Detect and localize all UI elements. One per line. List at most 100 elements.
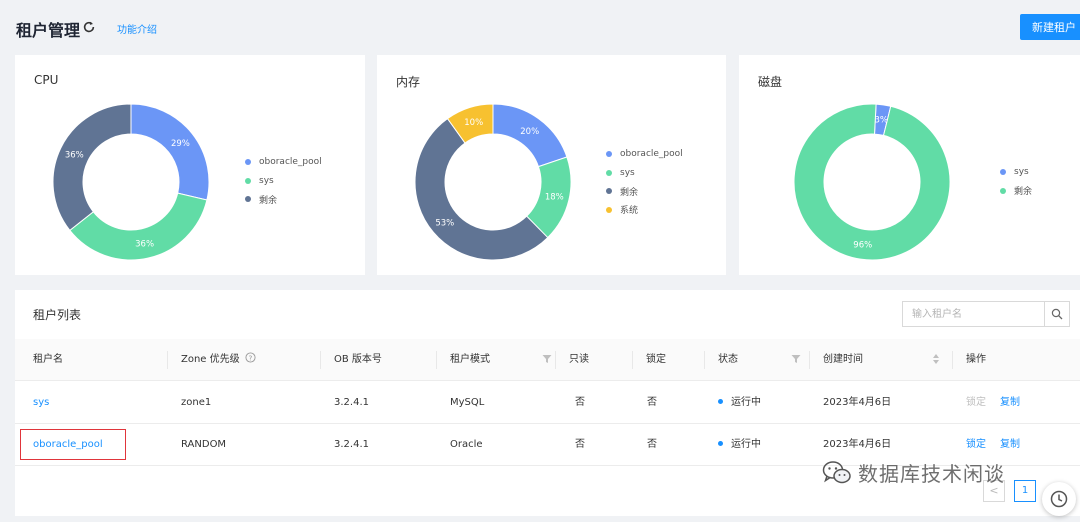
tenant-list-title: 租户列表 [33, 308, 82, 322]
sort-icon[interactable] [932, 353, 940, 365]
created-cell: 2023年4月6日 [823, 397, 892, 408]
page-header: 租户管理 功能介绍 新建租户 [0, 0, 1080, 55]
legend-label: 剩余 [259, 195, 278, 206]
card-title: 内存 [396, 75, 421, 89]
legend-label: 系统 [620, 206, 639, 217]
help-icon[interactable]: ? [245, 352, 256, 363]
new-tenant-button[interactable]: 新建租户 [1020, 14, 1080, 40]
mode-cell: MySQL [450, 397, 485, 408]
pagination-page-button[interactable]: 1 [1014, 480, 1036, 502]
version-cell: 3.2.4.1 [334, 439, 369, 450]
legend-item[interactable]: 系统 [606, 201, 683, 220]
status-text: 运行中 [731, 397, 761, 408]
legend-label: sys [620, 167, 635, 178]
legend-item[interactable]: oboracle_pool [245, 153, 322, 172]
cpu-card: CPU 29% 36% 36% oboracle_pool sys 剩余 [15, 55, 365, 275]
legend-item[interactable]: sys [245, 172, 322, 191]
filter-icon[interactable] [791, 354, 801, 364]
svg-text:?: ? [248, 353, 252, 362]
legend-label: oboracle_pool [259, 157, 322, 168]
legend-label: 剩余 [620, 187, 639, 198]
card-title: CPU [34, 73, 59, 87]
legend-item[interactable]: 剩余 [245, 190, 322, 209]
search-button[interactable] [1044, 302, 1069, 326]
column-divider [167, 351, 168, 369]
locked-cell: 否 [647, 397, 657, 408]
readonly-cell: 否 [575, 439, 585, 450]
status-cell: 运行中 [718, 424, 761, 466]
donut-slice[interactable] [69, 192, 208, 260]
tenant-name-link[interactable]: oboracle_pool [33, 424, 103, 466]
zone-cell: RANDOM [181, 439, 227, 450]
lock-action-disabled: 锁定 [966, 397, 986, 408]
column-divider [952, 351, 953, 369]
tenant-search-input[interactable] [903, 302, 1044, 326]
disk-donut-chart: 3%96% [794, 104, 950, 260]
clock-icon [1050, 490, 1068, 508]
status-text: 运行中 [731, 439, 761, 450]
status-cell: 运行中 [718, 382, 761, 424]
history-button[interactable] [1042, 482, 1076, 516]
wechat-icon [822, 460, 851, 483]
mode-cell: Oracle [450, 439, 483, 450]
legend-dot [606, 169, 612, 176]
slice-label: 53% [435, 219, 454, 229]
disk-card: 磁盘 3% 96% sys 剩余 [739, 55, 1080, 275]
table-row: sys zone1 3.2.4.1 MySQL 否 否 运行中 2023年4月6… [15, 382, 1080, 424]
column-divider [632, 351, 633, 369]
column-header-status: 状态 [718, 354, 738, 365]
feature-intro-link[interactable]: 功能介绍 [117, 21, 157, 36]
column-divider [704, 351, 705, 369]
watermark-text: 数据库技术闲谈 [858, 462, 1005, 486]
tenant-name-link[interactable]: sys [33, 382, 49, 424]
legend-item[interactable]: 剩余 [1000, 182, 1032, 201]
column-header-actions: 操作 [966, 354, 986, 365]
legend-item[interactable]: 剩余 [606, 182, 683, 201]
status-dot [718, 398, 723, 404]
zone-cell: zone1 [181, 397, 212, 408]
legend-item[interactable]: sys [606, 164, 683, 183]
readonly-cell: 否 [575, 397, 585, 408]
memory-card: 内存 20% 18% 53% 10% oboracle_pool sys 剩余 系统 [377, 55, 726, 275]
column-divider [320, 351, 321, 369]
legend-item[interactable]: sys [1000, 163, 1032, 182]
slice-label: 10% [464, 118, 483, 128]
column-divider [809, 351, 810, 369]
column-header-name: 租户名 [33, 354, 63, 365]
legend-label: 剩余 [1014, 187, 1033, 198]
watermark: 数据库技术闲谈 [822, 458, 1005, 487]
donut-slice[interactable] [53, 104, 132, 232]
legend-dot [245, 177, 251, 184]
cpu-donut-chart: 29% 36% 36% [53, 104, 209, 260]
refresh-icon[interactable] [82, 20, 96, 34]
filter-icon[interactable] [542, 354, 552, 364]
slice-label: 18% [545, 193, 564, 203]
copy-action-link[interactable]: 复制 [1000, 382, 1020, 424]
donut-slice[interactable] [130, 104, 209, 201]
donut-slice[interactable] [794, 104, 950, 260]
legend-label: sys [259, 175, 274, 186]
column-divider [555, 351, 556, 369]
legend-dot [245, 196, 251, 203]
slice-label: 36% [135, 240, 154, 250]
status-dot [718, 440, 723, 446]
column-header-locked: 锁定 [646, 354, 666, 365]
column-header-zone: Zone 优先级 ? [181, 339, 256, 381]
legend-dot [245, 159, 251, 166]
search-icon [1051, 308, 1063, 320]
legend-dot [1000, 187, 1006, 194]
legend-label: oboracle_pool [620, 149, 683, 160]
column-header-mode: 租户模式 [450, 354, 490, 365]
column-divider [436, 351, 437, 369]
locked-cell: 否 [647, 439, 657, 450]
slice-label: 36% [65, 151, 84, 161]
legend-dot [606, 188, 612, 195]
tenant-search-box [902, 301, 1070, 327]
legend-item[interactable]: oboracle_pool [606, 145, 683, 164]
memory-legend: oboracle_poolsys 剩余系统 [606, 145, 683, 219]
legend-dot [1000, 169, 1006, 176]
column-header-created: 创建时间 [823, 354, 863, 365]
column-header-readonly: 只读 [569, 354, 589, 365]
column-header-zone-label: Zone 优先级 [181, 354, 240, 365]
legend-label: sys [1014, 167, 1029, 178]
